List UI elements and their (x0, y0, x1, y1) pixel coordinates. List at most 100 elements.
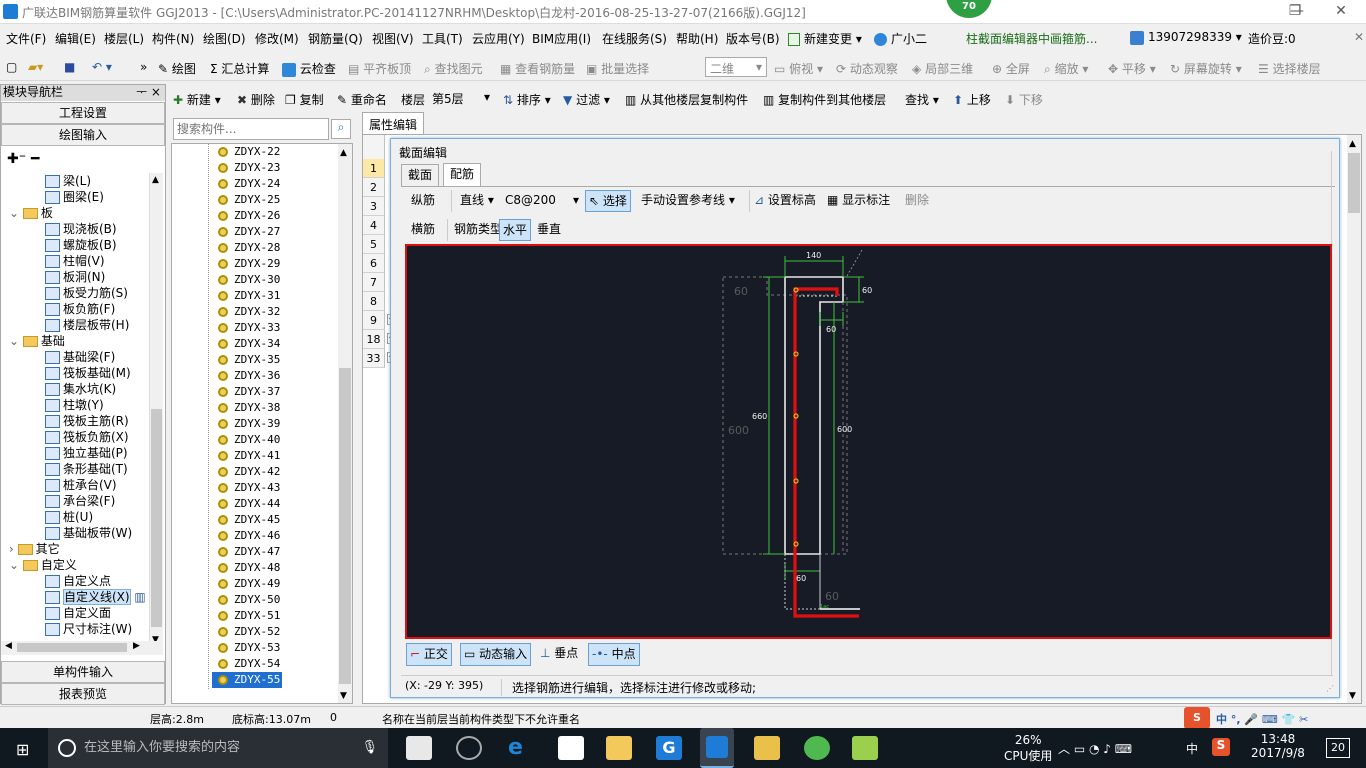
component-item[interactable]: ZDYX-29 (218, 256, 280, 272)
perpendicular-button[interactable]: ⊥ 垂点 (540, 643, 578, 665)
app-icon-10[interactable] (852, 736, 878, 760)
save-icon[interactable]: ■ (64, 60, 75, 74)
component-item[interactable]: ZDYX-37 (218, 384, 280, 400)
component-item[interactable]: ZDYX-36 (218, 368, 280, 384)
glodon-g-icon[interactable]: G (656, 736, 682, 760)
edge-icon[interactable]: e (508, 736, 534, 760)
menu-draw[interactable]: 绘图(D) (203, 30, 246, 47)
menu-component[interactable]: 构件(N) (152, 30, 194, 47)
scroll-up-icon[interactable]: ▲ (1349, 139, 1356, 149)
close-button[interactable]: ✕ (1318, 0, 1364, 24)
tree-item[interactable]: 板受力筋(S) (45, 285, 128, 301)
user-account[interactable]: 13907298339 ▾ (1130, 30, 1242, 45)
menu-overflow-icon[interactable]: ✕ (1354, 30, 1364, 44)
tree-item[interactable]: 板负筋(F) (45, 301, 115, 317)
expand-toggle-icon[interactable]: ⌄ (9, 334, 23, 348)
minimize-button-2[interactable] (1228, 0, 1274, 24)
ime-indicator[interactable]: 中 (1186, 740, 1198, 757)
property-tab[interactable]: 属性编辑 (362, 112, 425, 134)
drawing-input-button[interactable]: 绘图输入 (1, 124, 165, 146)
component-item[interactable]: ZDYX-46 (218, 528, 280, 544)
tree-item[interactable]: 柱墩(Y) (45, 397, 104, 413)
scroll-thumb[interactable] (1348, 153, 1360, 213)
tree-item[interactable]: 基础板带(W) (45, 525, 132, 541)
tree-item[interactable]: 板洞(N) (45, 269, 105, 285)
undo-icon[interactable]: ↶ ▾ (92, 60, 112, 74)
menu-edit[interactable]: 编辑(E) (55, 30, 96, 47)
edit-icon[interactable]: ▥ (131, 590, 145, 604)
show-annotation-button[interactable]: ▦ 显示标注 (827, 190, 890, 212)
store-icon[interactable] (558, 736, 584, 760)
component-item[interactable]: ZDYX-22 (218, 144, 280, 160)
menu-floor[interactable]: 楼层(L) (104, 30, 144, 47)
dynamic-input-button[interactable]: ▭ 动态输入 (460, 643, 532, 666)
windows-start-icon[interactable]: ⊞ (16, 740, 29, 759)
expand-icon[interactable]: » (140, 60, 147, 74)
component-search-input[interactable] (173, 118, 329, 140)
local-3d-button[interactable]: ◈ 局部三维 (912, 60, 973, 77)
expand-toggle-icon[interactable]: › (9, 542, 18, 556)
component-item[interactable]: ZDYX-45 (218, 512, 280, 528)
delete-rebar-button[interactable]: 删除 (905, 190, 929, 212)
app-icon-1[interactable] (406, 736, 432, 760)
report-preview-button[interactable]: 报表预览 (1, 683, 165, 705)
price-beans[interactable]: 造价豆:0 (1248, 30, 1296, 47)
component-item[interactable]: ZDYX-27 (218, 224, 280, 240)
component-item[interactable]: ZDYX-23 (218, 160, 280, 176)
tree-item[interactable]: 自定义点 (45, 573, 111, 589)
row-number[interactable]: 6 (363, 254, 385, 273)
expand-toggle-icon[interactable]: ⌄ (9, 206, 23, 220)
tree-item[interactable]: ⌄ 板 (9, 205, 53, 221)
component-item[interactable]: ZDYX-48 (218, 560, 280, 576)
component-item[interactable]: ZDYX-50 (218, 592, 280, 608)
menu-version[interactable]: 版本号(B) (726, 30, 780, 47)
component-item[interactable]: ZDYX-26 (218, 208, 280, 224)
component-item[interactable]: ZDYX-33 (218, 320, 280, 336)
menu-new-change[interactable]: 新建变更 ▾ (788, 30, 862, 47)
component-item[interactable]: ZDYX-34 (218, 336, 280, 352)
tree-item[interactable]: 螺旋板(B) (45, 237, 117, 253)
move-up-button[interactable]: ⬆ 上移 (953, 91, 991, 108)
draw-button[interactable]: ✎ 绘图 (158, 60, 196, 77)
scroll-thumb[interactable] (339, 368, 351, 684)
longitudinal-button[interactable]: 纵筋 (411, 190, 435, 212)
copy-button[interactable]: ❐ 复制 (285, 91, 324, 108)
scroll-right-icon[interactable]: ▶ (133, 641, 140, 651)
sogou-ime-icon[interactable]: S (1184, 707, 1210, 729)
row-number[interactable]: 4 (363, 216, 385, 235)
menu-assistant[interactable]: 广小二 (874, 30, 927, 47)
tree-item[interactable]: 自定义面 (45, 605, 111, 621)
component-item[interactable]: ZDYX-32 (218, 304, 280, 320)
select-floor-button[interactable]: ☰ 选择楼层 (1258, 60, 1321, 77)
clock[interactable]: 13:48 2017/9/8 (1246, 732, 1310, 760)
component-item[interactable]: ZDYX-42 (218, 464, 280, 480)
menu-view[interactable]: 视图(V) (372, 30, 414, 47)
copy-to-floor-button[interactable]: ▥ 复制构件到其他楼层 (763, 91, 886, 108)
find-button[interactable]: 查找 ▾ (905, 91, 939, 108)
component-item[interactable]: ZDYX-52 (218, 624, 280, 640)
menu-modify[interactable]: 修改(M) (255, 30, 299, 47)
resize-grip-icon[interactable]: ⋰ (1326, 684, 1334, 693)
section-canvas[interactable]: 140 60 60 660 600 60 60 600 60 1ac (405, 244, 1332, 639)
scroll-thumb[interactable] (151, 409, 162, 627)
tree-item[interactable]: 基础梁(F) (45, 349, 115, 365)
taskbar-search[interactable]: 在这里输入你要搜索的内容 🎙 (48, 728, 388, 768)
pin-close-icon[interactable]: ᅮ × (136, 85, 161, 100)
row-number[interactable]: 33 (363, 349, 385, 368)
notes-icon[interactable] (754, 736, 780, 760)
tree-hscrollbar[interactable]: ◀ ▶ (1, 641, 163, 655)
tree-item[interactable]: 桩承台(V) (45, 477, 117, 493)
expand-all-icon[interactable]: ✚⁻ ━ (7, 151, 39, 167)
open-folder-icon[interactable]: ▰▾ (28, 60, 43, 74)
cpu-usage[interactable]: 26% CPU使用 (1004, 733, 1052, 764)
notice-ticker[interactable]: 柱截面编辑器中画箍筋... (966, 30, 1097, 47)
grid-scrollbar[interactable]: ▲ ▼ (1347, 135, 1361, 703)
row-number[interactable]: 1 (363, 159, 385, 178)
flush-slab-button[interactable]: ▤ 平齐板顶 (348, 60, 411, 77)
cloud-check-button[interactable]: 云检查 (282, 60, 336, 77)
component-item[interactable]: ZDYX-53 (218, 640, 280, 656)
component-item[interactable]: ZDYX-51 (218, 608, 280, 624)
view-mode-select[interactable]: 二维 ▾ (705, 57, 767, 77)
component-item[interactable]: ZDYX-49 (218, 576, 280, 592)
notification-icon[interactable]: 20 (1326, 738, 1350, 758)
